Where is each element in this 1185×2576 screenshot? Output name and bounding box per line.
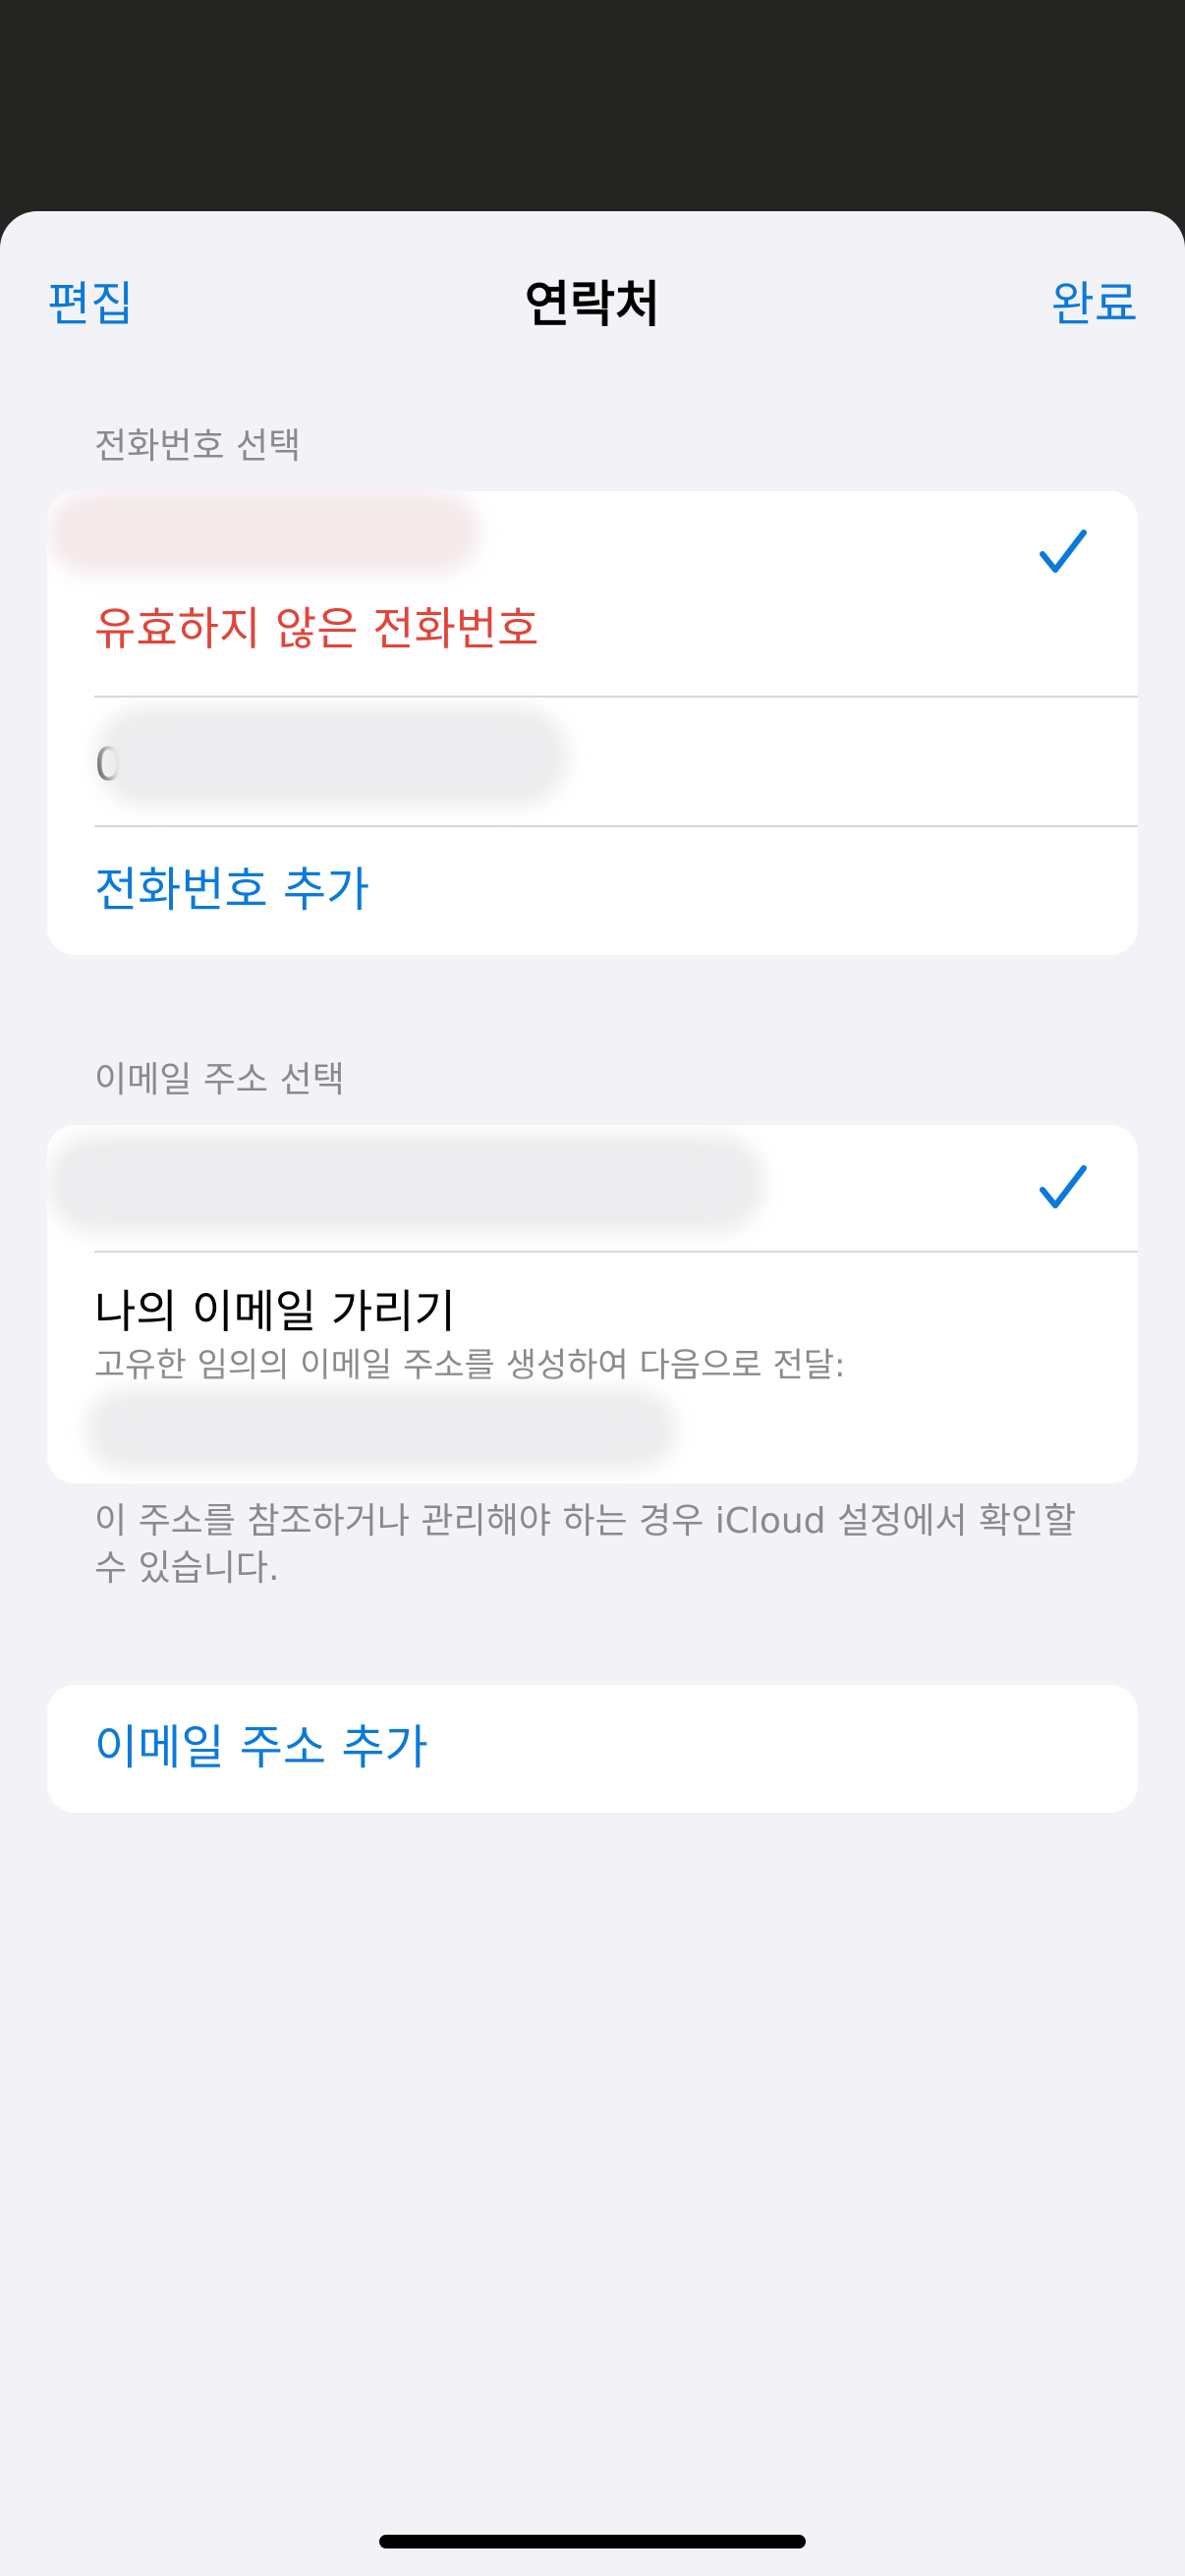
redacted-email-address bbox=[47, 1135, 764, 1233]
phone-card: 유효하지 않은 전화번호 0 전화번호 추가 bbox=[47, 491, 1138, 955]
add-phone-button[interactable]: 전화번호 추가 bbox=[94, 861, 369, 920]
add-phone-row[interactable]: 전화번호 추가 bbox=[47, 827, 1138, 955]
checkmark-icon bbox=[1040, 530, 1087, 573]
invalid-phone-label: 유효하지 않은 전화번호 bbox=[94, 602, 539, 655]
email-section-header: 이메일 주소 선택 bbox=[94, 1060, 345, 1100]
add-email-card: 이메일 주소 추가 bbox=[47, 1685, 1138, 1813]
hide-my-email-title: 나의 이메일 가리기 bbox=[94, 1285, 456, 1338]
home-indicator bbox=[379, 2535, 806, 2548]
phone-section-header: 전화번호 선택 bbox=[94, 426, 302, 467]
phone-row-selected[interactable]: 유효하지 않은 전화번호 bbox=[47, 491, 1138, 696]
email-card: 나의 이메일 가리기 고유한 임의의 이메일 주소를 생성하여 다음으로 전달: bbox=[47, 1125, 1138, 1484]
email-row-selected[interactable] bbox=[47, 1125, 1138, 1251]
checkmark-icon bbox=[1040, 1165, 1087, 1208]
hide-my-email-subtitle: 고유한 임의의 이메일 주소를 생성하여 다음으로 전달: bbox=[94, 1346, 846, 1385]
hide-my-email-row[interactable]: 나의 이메일 가리기 고유한 임의의 이메일 주소를 생성하여 다음으로 전달: bbox=[47, 1253, 1138, 1484]
contacts-sheet: 편집 연락처 완료 전화번호 선택 유효하지 않은 전화번호 0 전화번호 추가… bbox=[0, 211, 1185, 2576]
done-button[interactable]: 완료 bbox=[1051, 270, 1138, 339]
icloud-footer-note: 이 주소를 참조하거나 관리해야 하는 경우 iCloud 설정에서 확인할 수… bbox=[94, 1501, 1077, 1589]
phone-row[interactable]: 0 bbox=[47, 698, 1138, 825]
redacted-forward-address bbox=[86, 1390, 676, 1469]
redacted-phone-number bbox=[47, 491, 480, 574]
add-email-button[interactable]: 이메일 주소 추가 bbox=[94, 1718, 428, 1777]
redacted-phone-number bbox=[96, 707, 568, 806]
page-title: 연락처 bbox=[525, 276, 660, 333]
